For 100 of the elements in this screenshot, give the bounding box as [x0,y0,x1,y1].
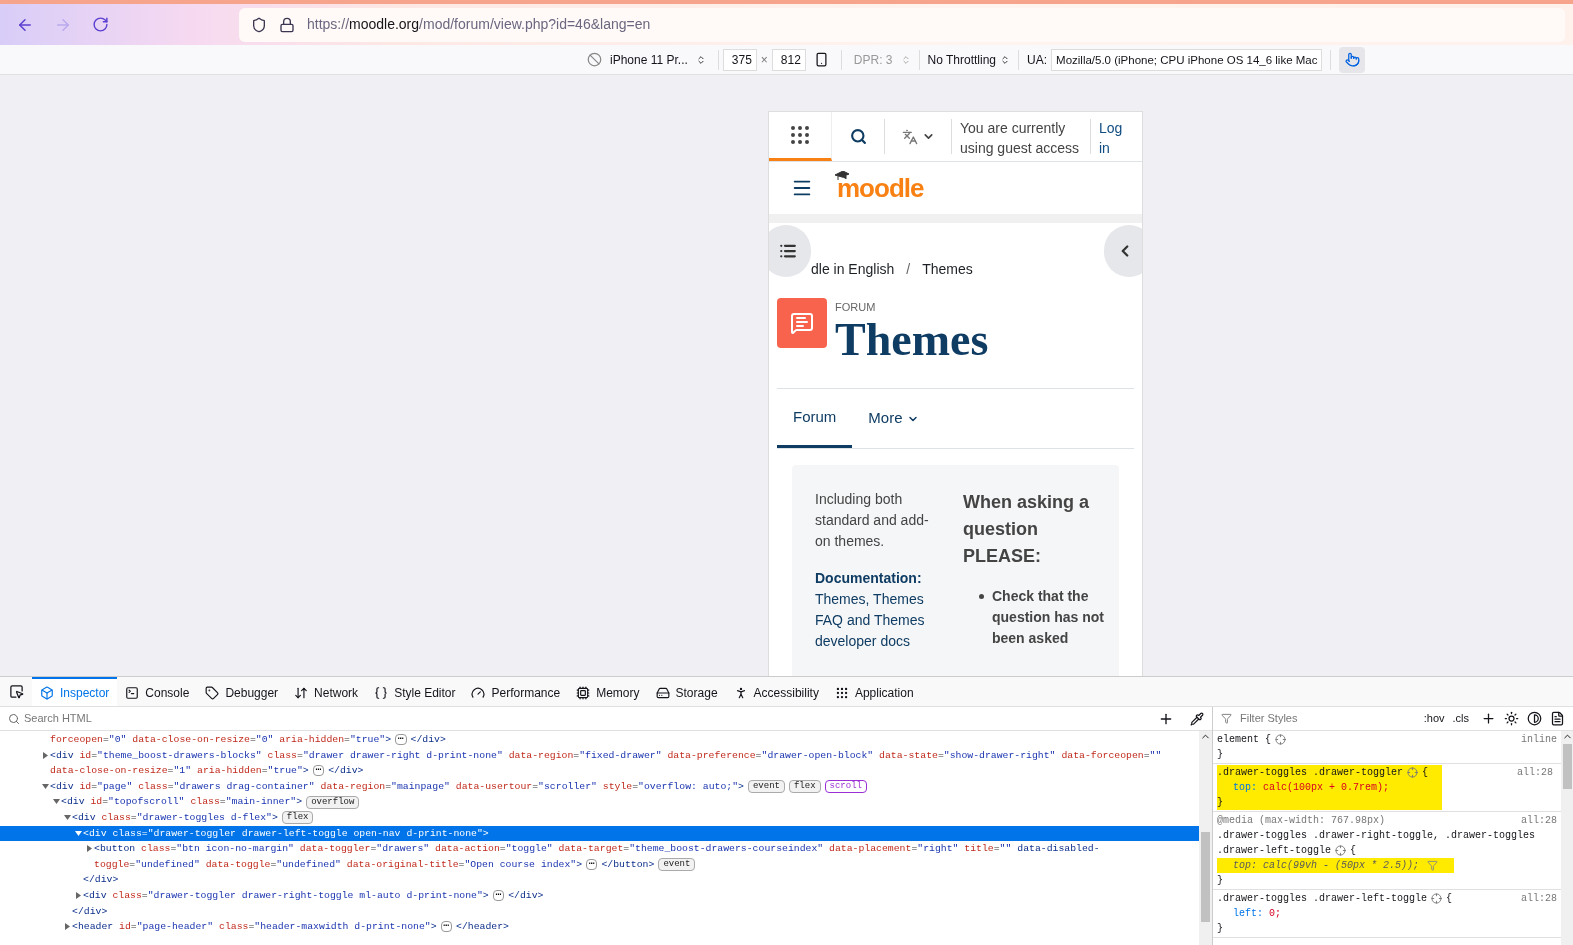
pointing-hand-icon [1345,52,1360,67]
html-code: </button> [601,857,655,872]
chat-icon [790,311,814,335]
reload-icon[interactable] [92,16,109,33]
breadcrumb-link[interactable]: Themes [922,259,973,280]
collapsed-twisty-icon[interactable] [75,891,82,899]
no-entry-icon [587,52,602,67]
expanded-twisty-icon[interactable] [42,782,49,790]
html-code: <div id="page" class="drawers drag-container" data-region="mainpage" data-usertour="scroller" style="overflow: auto;"> [50,779,744,794]
devtools-tab[interactable]: Debugger [197,677,287,706]
collapsed-twisty-icon[interactable] [86,845,93,853]
login-link[interactable]: Log in [1091,112,1131,161]
shield-icon[interactable] [251,16,267,33]
collapsed-content-badge[interactable]: ⋯ [395,734,407,746]
page-tab[interactable]: More [852,389,935,448]
hover-state-button[interactable]: :hov [1423,710,1445,727]
gauge-icon [471,685,486,700]
breadcrumb-separator: / [905,260,912,279]
touch-simulation-button[interactable] [1339,46,1366,73]
rule-selector: .drawer-toggles .drawer-right-toggle, .drawer-toggles [1217,829,1536,843]
html-code: </div> [328,764,364,779]
markup-badge[interactable]: overflow [306,795,360,809]
devtools-tab[interactable]: Inspector [32,677,118,706]
light-mode-icon[interactable] [1504,711,1519,726]
devtools-tab[interactable]: Memory [568,677,648,706]
html-code: </div> [508,888,544,903]
scrollbar[interactable] [1199,731,1212,945]
scrollbar-thumb[interactable] [1201,832,1210,922]
user-agent-field[interactable]: Mozilla/5.0 (iPhone; CPU iPhone OS 14_6 like Mac [1051,48,1323,71]
collapsed-content-badge[interactable]: ⋯ [312,765,325,777]
crosshair-icon[interactable] [1335,845,1347,856]
search-html-field[interactable]: Search HTML [24,710,1154,727]
media-query: @media (max-width: 767.98px) [1217,814,1386,828]
markup-badge[interactable]: flex [788,780,821,794]
rule-brace: { [1350,844,1357,858]
print-media-icon[interactable] [1550,711,1565,726]
devtools-tab[interactable]: Accessibility [725,677,827,706]
html-code: toggle="undefined" data-toggle="undefined" data-original-title="Open course index"> [94,857,583,872]
bullet-icon [979,594,984,599]
rule-selector: .drawer-left-toggle [1217,844,1332,858]
collapsed-twisty-icon[interactable] [42,751,49,759]
expanded-twisty-icon[interactable] [64,813,71,821]
devtools-tab[interactable]: Storage [647,677,726,706]
css-declaration[interactable]: left: 0; [1233,906,1282,921]
collapsed-twisty-icon[interactable] [64,923,71,931]
rotate-icon[interactable] [813,52,829,67]
picker-icon [8,684,24,699]
devtools-tab[interactable]: Style Editor [366,677,464,706]
crosshair-icon[interactable] [1407,767,1419,778]
breadcrumb-link[interactable]: dle in English [811,259,895,280]
apps-button[interactable] [769,112,832,161]
page-tab[interactable]: Forum [777,389,853,448]
braces-icon [374,685,389,700]
up-down-chevron-icon [1000,54,1011,65]
course-index-toggle[interactable] [769,225,811,277]
contrast-icon[interactable] [1527,711,1542,726]
expanded-twisty-icon[interactable] [53,798,60,806]
rule-source[interactable]: all:28 [1521,813,1557,828]
css-declaration[interactable]: top: calc(100px + 0.7rem); [1233,780,1390,795]
rule-selector: .drawer-toggles .drawer-left-toggle [1217,892,1428,906]
markup-badge[interactable]: flex [281,811,314,825]
devtools-tab[interactable]: Network [286,677,367,706]
crosshair-icon[interactable] [1431,893,1443,904]
markup-badge[interactable]: scroll [824,780,867,794]
devtools-tab[interactable]: Performance [463,677,569,706]
rule-source[interactable]: all:28 [1517,765,1553,780]
markup-badge[interactable]: event [658,858,696,872]
expanded-twisty-icon[interactable] [75,829,82,837]
search-icon [8,712,20,725]
url-field[interactable]: https://moodle.org/mod/forum/view.php?id=46&lang=en [239,7,1565,42]
eyedropper-icon[interactable] [1190,711,1204,726]
ua-label: UA: [1027,51,1048,69]
collapsed-content-badge[interactable]: ⋯ [586,859,598,871]
classes-button[interactable]: .cls [1452,710,1469,727]
html-code: </div> [83,873,119,888]
html-code: </header> [456,920,509,935]
devtools-tab[interactable]: Application [826,677,922,706]
rule-brace: } [1217,749,1223,760]
add-rule-icon[interactable] [1481,711,1496,726]
device-selector[interactable]: iPhone 11 Pr... [602,46,714,73]
collapsed-content-badge[interactable]: ⋯ [440,921,452,933]
intro-text: Including both standard and add-on themes. [815,490,930,551]
rule-source[interactable]: all:28 [1521,891,1557,906]
block-drawer-toggle[interactable] [1104,225,1142,277]
collapsed-content-badge[interactable]: ⋯ [492,890,505,902]
width-field[interactable]: 375 [722,48,757,71]
lock-icon[interactable] [279,16,295,33]
crosshair-icon[interactable] [1275,734,1286,745]
arrows-icon [294,685,309,700]
terminal-icon [125,685,140,700]
scrollbar[interactable] [1561,731,1573,945]
devtools-tab[interactable]: Console [117,677,198,706]
throttling-selector[interactable]: No Throttling [919,50,1019,69]
height-field[interactable]: 812 [771,48,806,71]
scrollbar-thumb[interactable] [1562,744,1572,789]
rule-brace: { [1446,892,1453,906]
markup-badge[interactable]: event [747,780,785,794]
grid-icon [834,685,849,700]
filter-styles-field[interactable]: Filter Styles [1240,710,1416,727]
rule-source[interactable]: inline [1521,732,1557,747]
